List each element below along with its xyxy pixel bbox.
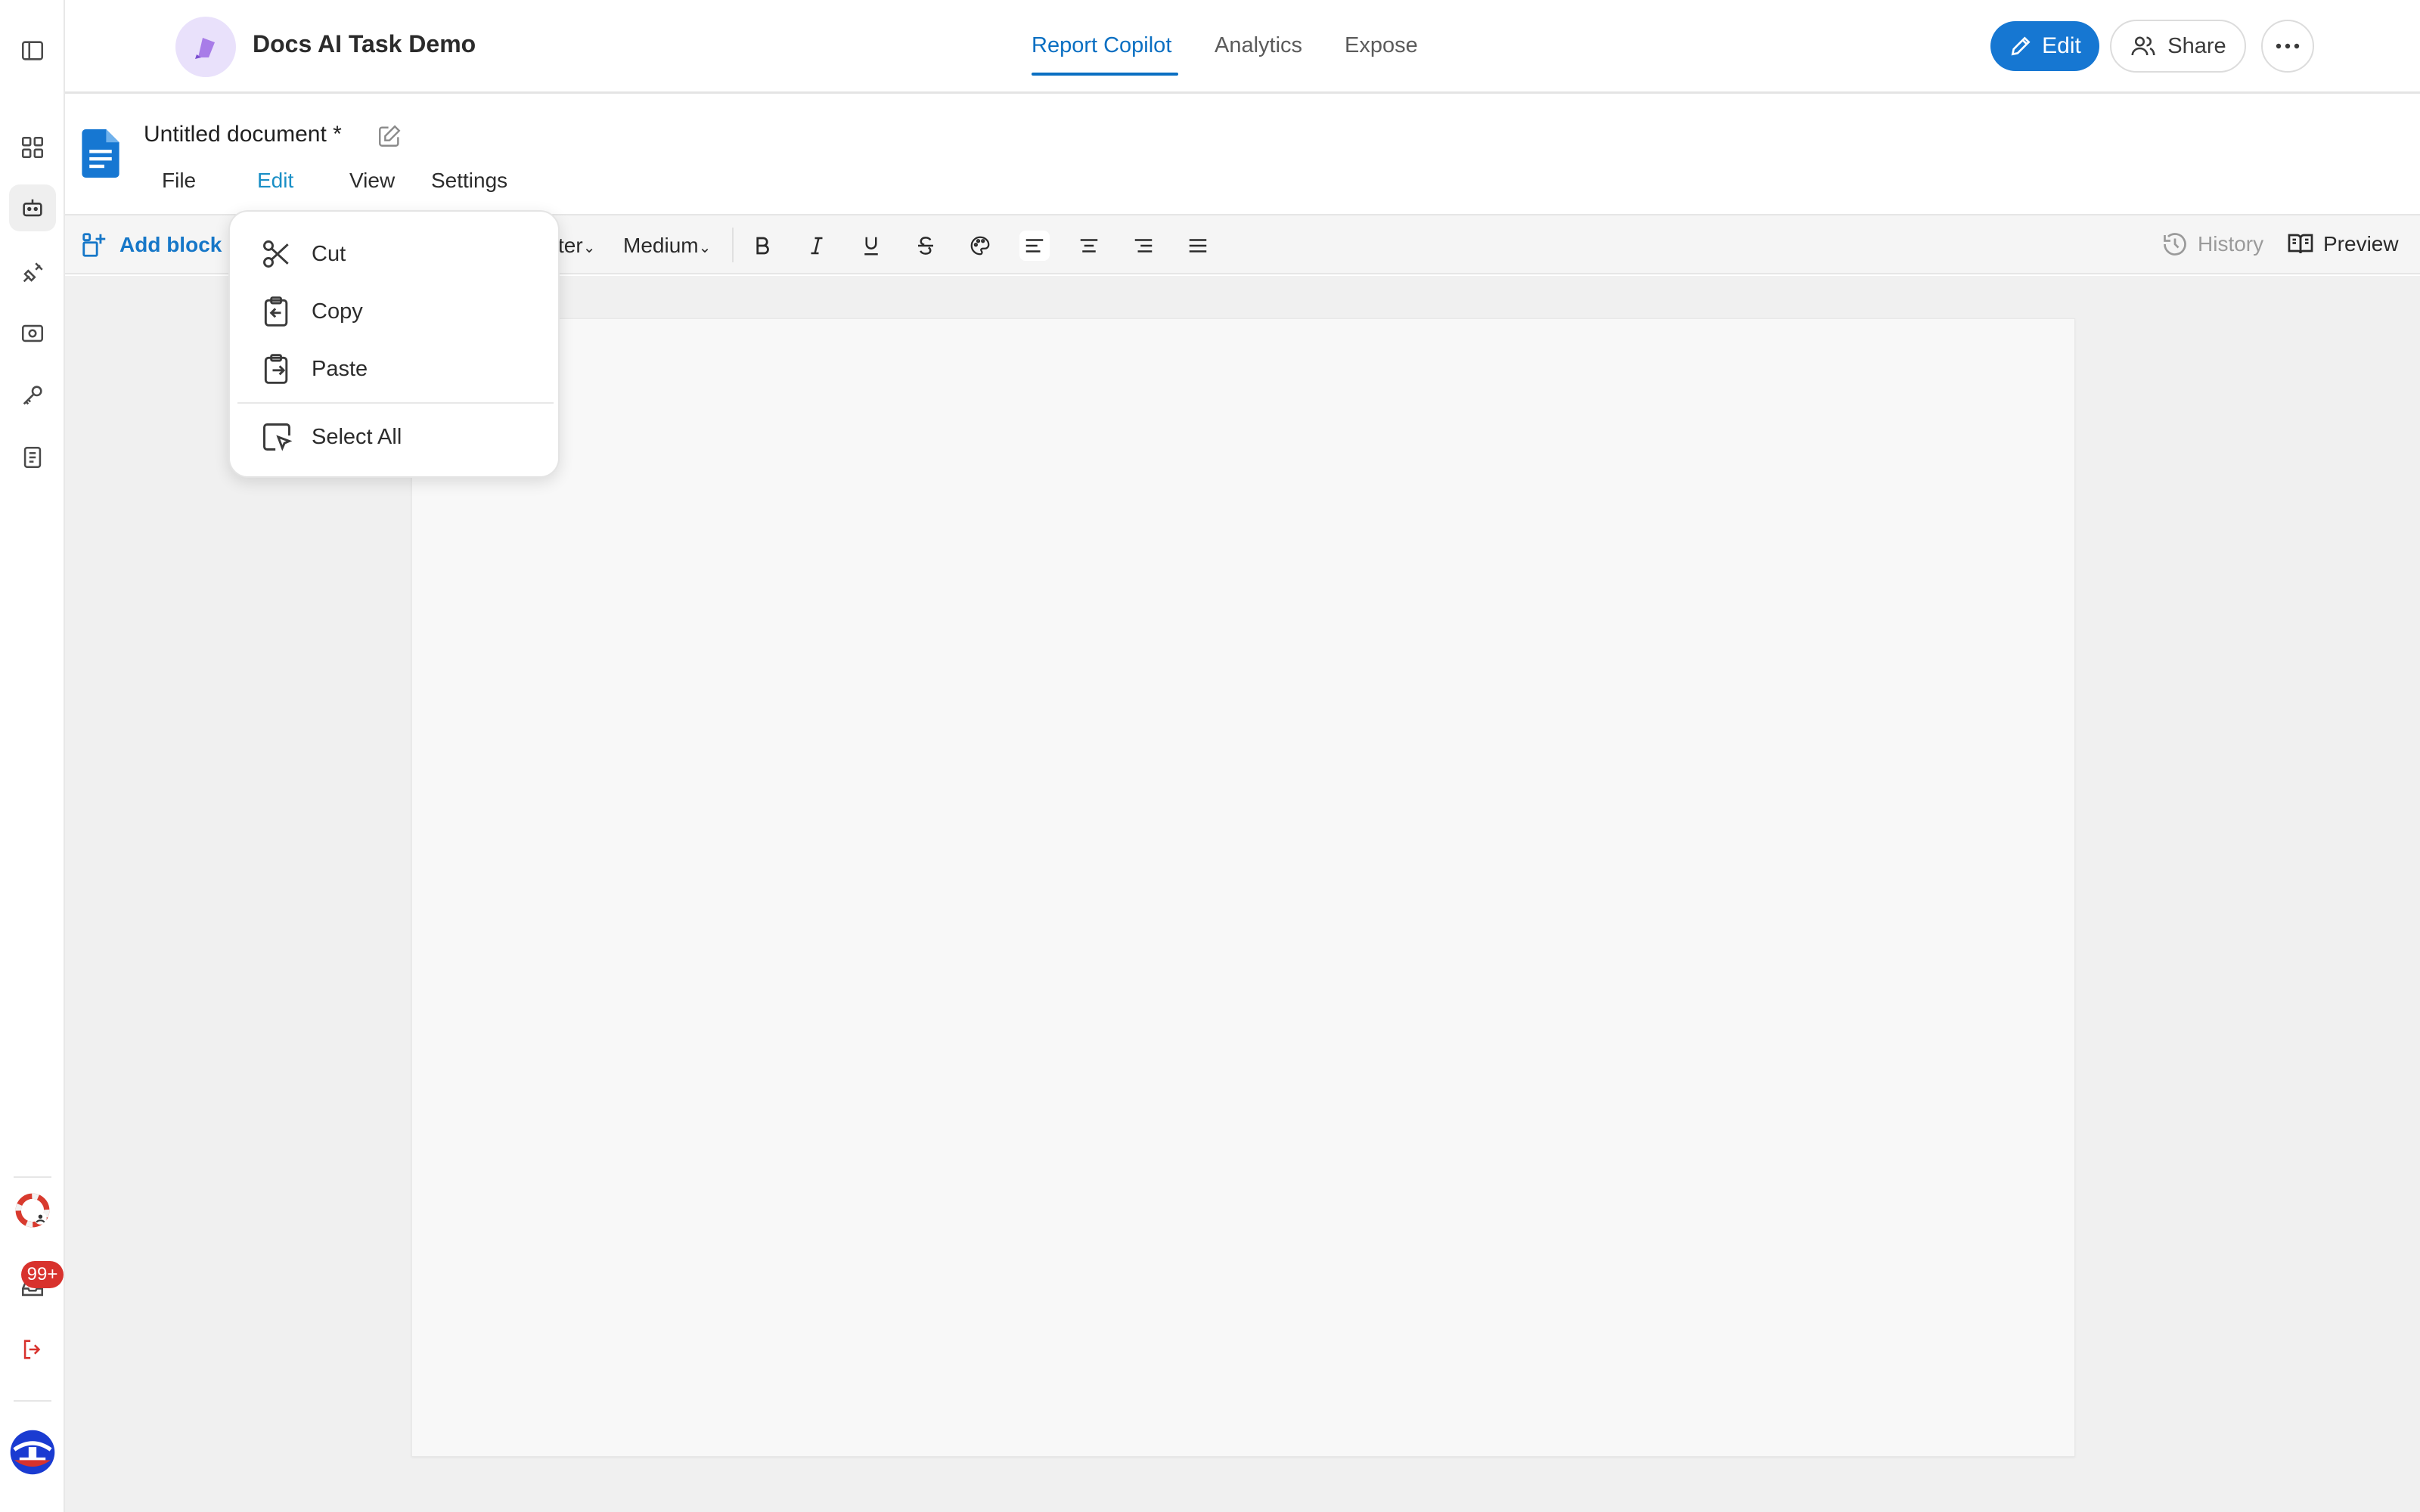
history-button[interactable]: History bbox=[2161, 231, 2263, 258]
dashboard-icon[interactable] bbox=[9, 124, 56, 171]
strikethrough-icon[interactable] bbox=[911, 231, 941, 261]
sidebar-toggle-icon[interactable] bbox=[9, 27, 56, 74]
plugin-icon[interactable] bbox=[9, 249, 56, 296]
history-label: History bbox=[2198, 232, 2264, 256]
left-rail: 99+ bbox=[0, 0, 65, 1512]
font-weight-select[interactable]: Medium⌄ bbox=[623, 234, 711, 258]
bot-icon[interactable] bbox=[9, 184, 56, 231]
tab-analytics[interactable]: Analytics bbox=[1215, 33, 1302, 58]
align-right-icon[interactable] bbox=[1128, 231, 1159, 261]
align-left-icon[interactable] bbox=[1019, 231, 1050, 261]
document-icon bbox=[82, 129, 119, 178]
menu-item-select-all[interactable]: Select All bbox=[260, 420, 402, 454]
book-open-icon bbox=[2287, 231, 2314, 258]
menu-item-label: Cut bbox=[312, 241, 346, 266]
pencil-icon bbox=[2009, 34, 2033, 58]
more-options-button[interactable] bbox=[2261, 20, 2314, 73]
italic-icon[interactable] bbox=[802, 231, 832, 261]
menu-file[interactable]: File bbox=[162, 169, 196, 193]
key-icon[interactable] bbox=[9, 372, 56, 419]
chevron-down-icon: ⌄ bbox=[582, 240, 596, 256]
add-block-button[interactable]: Add block bbox=[80, 231, 222, 259]
users-icon bbox=[2130, 33, 2157, 60]
history-icon bbox=[2161, 231, 2189, 258]
logout-icon[interactable] bbox=[9, 1326, 56, 1373]
document-header: Untitled document * File Edit View Setti… bbox=[65, 96, 2420, 215]
preview-label: Preview bbox=[2323, 232, 2399, 256]
rail-divider-bottom bbox=[14, 1400, 51, 1402]
align-justify-icon[interactable] bbox=[1183, 231, 1213, 261]
active-tab-indicator bbox=[1032, 73, 1178, 76]
select-all-icon bbox=[260, 420, 293, 454]
add-block-label: Add block bbox=[119, 233, 222, 256]
font-family-value: ter bbox=[558, 234, 583, 257]
menu-view[interactable]: View bbox=[349, 169, 395, 193]
document-page[interactable] bbox=[411, 318, 2075, 1457]
preview-button[interactable]: Preview bbox=[2287, 231, 2399, 258]
menu-item-paste[interactable]: Paste bbox=[260, 352, 368, 386]
support-icon[interactable] bbox=[9, 1187, 56, 1234]
scan-icon[interactable] bbox=[9, 310, 56, 357]
menu-item-label: Select All bbox=[312, 424, 402, 449]
scissors-icon bbox=[260, 237, 293, 271]
app-header: Docs AI Task Demo Report Copilot Analyti… bbox=[65, 0, 2420, 94]
underline-icon[interactable] bbox=[856, 231, 886, 261]
bold-icon[interactable] bbox=[747, 231, 777, 261]
rename-icon[interactable] bbox=[377, 123, 402, 149]
menu-edit[interactable]: Edit bbox=[257, 169, 293, 193]
share-button[interactable]: Share bbox=[2110, 20, 2246, 73]
palette-icon[interactable] bbox=[965, 231, 995, 261]
font-family-select[interactable]: ter⌄ bbox=[558, 234, 595, 258]
copy-icon bbox=[260, 295, 293, 328]
menu-item-label: Paste bbox=[312, 356, 368, 381]
tab-expose[interactable]: Expose bbox=[1345, 33, 1418, 58]
share-button-label: Share bbox=[2167, 33, 2226, 58]
align-center-icon[interactable] bbox=[1074, 231, 1104, 261]
app-logo bbox=[175, 17, 236, 77]
chevron-down-icon: ⌄ bbox=[698, 240, 712, 256]
menu-item-cut[interactable]: Cut bbox=[260, 237, 346, 271]
avatar[interactable] bbox=[9, 1429, 56, 1476]
add-block-icon bbox=[80, 231, 109, 259]
edit-button-label: Edit bbox=[2042, 33, 2081, 58]
document-title[interactable]: Untitled document * bbox=[144, 122, 342, 147]
menu-item-label: Copy bbox=[312, 299, 363, 324]
tab-report-copilot[interactable]: Report Copilot bbox=[1032, 33, 1171, 58]
ellipsis-icon bbox=[2274, 42, 2301, 50]
font-weight-value: Medium bbox=[623, 234, 699, 257]
rail-divider bbox=[14, 1176, 51, 1178]
notification-badge: 99+ bbox=[21, 1261, 64, 1288]
app-title: Docs AI Task Demo bbox=[253, 30, 476, 57]
menu-item-copy[interactable]: Copy bbox=[260, 295, 363, 328]
notebook-icon[interactable] bbox=[9, 434, 56, 481]
toolbar-divider bbox=[732, 228, 734, 262]
paste-icon bbox=[260, 352, 293, 386]
menu-settings[interactable]: Settings bbox=[431, 169, 507, 193]
edit-button[interactable]: Edit bbox=[1990, 21, 2099, 71]
menu-divider bbox=[237, 402, 554, 404]
edit-menu-dropdown: Cut Copy Paste Select All bbox=[228, 210, 560, 478]
